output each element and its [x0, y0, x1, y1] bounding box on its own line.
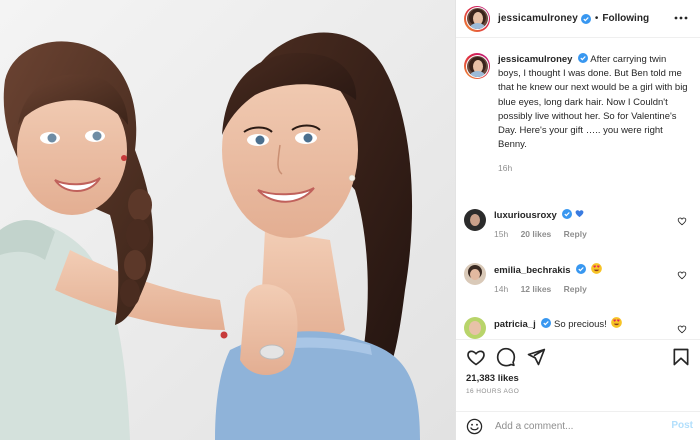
comment-like-icon[interactable]: [677, 216, 687, 226]
bookmark-icon[interactable]: [671, 347, 691, 367]
likes-count[interactable]: 21,383 likes: [466, 373, 519, 384]
share-icon[interactable]: [526, 347, 546, 367]
heart-icon[interactable]: [466, 347, 486, 367]
commenter-avatar[interactable]: [464, 317, 486, 339]
comment-time[interactable]: 14h: [494, 284, 508, 294]
comment-username[interactable]: patricia_j: [494, 319, 536, 330]
verified-badge-icon: [541, 318, 552, 328]
comment-item: patricia_j So precious!: [456, 317, 700, 339]
commenter-avatar[interactable]: [464, 263, 486, 285]
heart-eyes-emoji-icon: [591, 263, 602, 274]
reply-button[interactable]: Reply: [564, 284, 587, 294]
blue-heart-emoji-icon: [575, 210, 584, 218]
verified-badge-icon: [578, 53, 589, 63]
caption-avatar[interactable]: [464, 53, 490, 79]
post-side-panel: jessicamulroney • Following jessicamulro…: [455, 0, 700, 440]
comment-icon[interactable]: [496, 347, 516, 367]
caption-username[interactable]: jessicamulroney: [498, 54, 572, 65]
caption-text: After carrying twin boys, I thought I wa…: [498, 54, 688, 151]
comment-time[interactable]: 15h: [494, 229, 508, 239]
verified-badge-icon: [580, 13, 591, 24]
instagram-post: jessicamulroney • Following jessicamulro…: [0, 0, 700, 440]
post-photo[interactable]: [0, 0, 455, 440]
comment-likes[interactable]: 12 likes: [521, 284, 552, 294]
comment-meta: 15h 20 likes Reply: [494, 228, 684, 241]
action-bar: [456, 339, 700, 373]
post-timestamp[interactable]: 16 HOURS AGO: [466, 388, 519, 395]
reply-button[interactable]: Reply: [564, 229, 587, 239]
post-image: [0, 0, 455, 440]
add-comment-bar: Post: [456, 411, 700, 440]
more-options-icon[interactable]: [673, 10, 689, 26]
emoji-icon[interactable]: [466, 418, 483, 435]
comment-item: luxuriousroxy 15h 20 likes Reply: [456, 209, 700, 241]
comment-like-icon[interactable]: [677, 324, 687, 334]
post-comment-button[interactable]: Post: [671, 420, 693, 431]
profile-avatar[interactable]: [464, 5, 490, 32]
comments-list[interactable]: jessicamulroney After carrying twin boys…: [456, 39, 700, 339]
heart-eyes-emoji-icon: [611, 317, 623, 328]
comment-input[interactable]: [495, 420, 645, 432]
header-separator: •: [594, 13, 599, 24]
comment-item: emilia_bechrakis 14h 12 likes Reply: [456, 263, 700, 296]
following-button[interactable]: Following: [602, 13, 649, 24]
post-caption: jessicamulroney After carrying twin boys…: [456, 39, 700, 176]
comment-username[interactable]: luxuriousroxy: [494, 210, 557, 221]
commenter-avatar[interactable]: [464, 209, 486, 231]
comment-username[interactable]: emilia_bechrakis: [494, 265, 571, 276]
comment-meta: 14h 12 likes Reply: [494, 283, 684, 296]
comment-like-icon[interactable]: [677, 270, 687, 280]
verified-badge-icon: [576, 264, 587, 274]
comment-text: So precious!: [554, 319, 607, 330]
header-username[interactable]: jessicamulroney: [498, 13, 578, 24]
post-header: jessicamulroney • Following: [456, 0, 700, 38]
comment-likes[interactable]: 20 likes: [521, 229, 552, 239]
caption-time[interactable]: 16h: [498, 161, 688, 175]
verified-badge-icon: [562, 209, 573, 219]
